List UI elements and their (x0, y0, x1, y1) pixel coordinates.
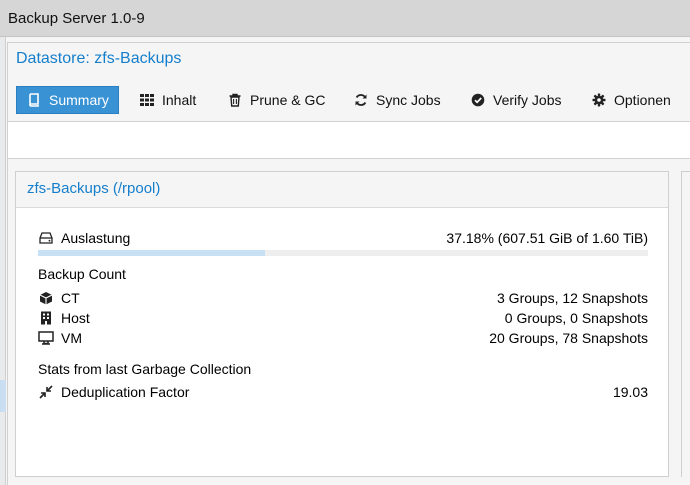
tab-label: Prune & GC (250, 92, 326, 108)
gc-stats-heading: Stats from last Garbage Collection (38, 361, 252, 377)
desktop-icon (38, 330, 54, 346)
usage-progress-fill (38, 250, 265, 256)
row-label: Host (61, 310, 90, 326)
summary-card-title: zfs-Backups (/rpool) (27, 180, 161, 197)
tab-label: Inhalt (162, 92, 197, 108)
gear-icon (592, 93, 606, 107)
usage-row: Auslastung 37.18% (607.51 GiB of 1.60 Ti… (38, 228, 648, 248)
left-nav-strip[interactable] (0, 37, 6, 485)
hdd-icon (38, 230, 54, 246)
tab-optionen[interactable]: Optionen (582, 86, 681, 114)
tab-label: Verify Jobs (493, 92, 562, 108)
backup-count-row-host: Host 0 Groups, 0 Snapshots (38, 308, 648, 328)
title-bar: Backup Server 1.0-9 (0, 0, 690, 37)
backup-count-row-ct: CT 3 Groups, 12 Snapshots (38, 288, 648, 308)
book-icon (27, 93, 41, 107)
row-value: 0 Groups, 0 Snapshots (504, 310, 648, 326)
tab-label: Summary (49, 92, 109, 108)
usage-value: 37.18% (607.51 GiB of 1.60 TiB) (446, 230, 648, 246)
usage-label: Auslastung (61, 230, 131, 246)
page-title: Datastore: zfs-Backups (16, 50, 182, 67)
gc-row-dedup: Deduplication Factor 19.03 (38, 382, 648, 402)
grid-icon (140, 93, 154, 107)
tab-prune-gc[interactable]: Prune & GC (218, 86, 335, 114)
tab-inhalt[interactable]: Inhalt (130, 86, 206, 114)
compress-icon (38, 384, 54, 400)
secondary-card-edge (681, 171, 690, 477)
toolbar-band (8, 121, 690, 159)
left-nav-selected-marker (0, 380, 6, 412)
usage-progress-bar (38, 250, 648, 256)
backup-count-heading: Backup Count (38, 266, 126, 282)
check-circle-icon (471, 93, 485, 107)
row-label: CT (61, 290, 80, 306)
row-label: Deduplication Factor (61, 384, 190, 400)
app-title: Backup Server 1.0-9 (8, 10, 145, 27)
tab-label: Optionen (614, 92, 671, 108)
cube-icon (38, 290, 54, 306)
tab-sync-jobs[interactable]: Sync Jobs (344, 86, 451, 114)
row-value: 3 Groups, 12 Snapshots (497, 290, 648, 306)
tab-verify-jobs[interactable]: Verify Jobs (461, 86, 571, 114)
tab-label: Sync Jobs (376, 92, 441, 108)
row-value: 20 Groups, 78 Snapshots (489, 330, 648, 346)
trash-icon (228, 93, 242, 107)
row-label: VM (61, 330, 82, 346)
refresh-icon (354, 93, 368, 107)
summary-card-header: zfs-Backups (/rpool) (16, 172, 668, 208)
tab-summary[interactable]: Summary (16, 86, 119, 114)
backup-count-row-vm: VM 20 Groups, 78 Snapshots (38, 328, 648, 348)
building-icon (38, 310, 54, 326)
row-value: 19.03 (612, 384, 648, 400)
